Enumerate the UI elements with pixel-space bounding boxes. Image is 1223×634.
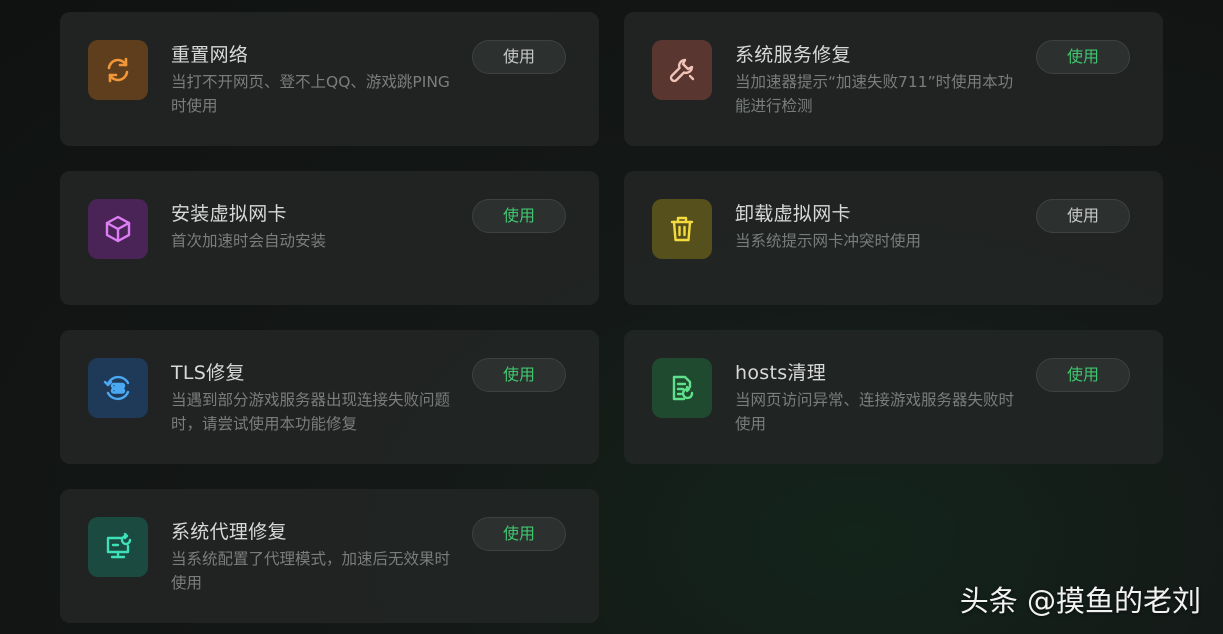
refresh-icon — [88, 40, 148, 100]
use-button[interactable]: 使用 — [1036, 358, 1130, 392]
tool-title: 系统代理修复 — [171, 521, 287, 543]
tls-repair-icon — [88, 358, 148, 418]
tool-card-hosts-clean: hosts清理 当网页访问异常、连接游戏服务器失败时使用 使用 — [624, 330, 1163, 464]
tool-card-reset-network: 重置网络 当打不开网页、登不上QQ、游戏跳PING时使用 使用 — [60, 12, 599, 146]
tool-title: 重置网络 — [171, 44, 249, 66]
tool-title: 系统服务修复 — [735, 44, 851, 66]
tool-card-install-virtual-nic: 安装虚拟网卡 首次加速时会自动安装 使用 — [60, 171, 599, 305]
use-button[interactable]: 使用 — [472, 358, 566, 392]
wrench-icon — [652, 40, 712, 100]
trash-icon — [652, 199, 712, 259]
tool-description: 当系统提示网卡冲突时使用 — [735, 232, 922, 250]
use-button[interactable]: 使用 — [472, 40, 566, 74]
tool-card-tls-repair: TLS修复 当遇到部分游戏服务器出现连接失败问题时，请尝试使用本功能修复 使用 — [60, 330, 599, 464]
tool-description: 当遇到部分游戏服务器出现连接失败问题时，请尝试使用本功能修复 — [171, 391, 451, 433]
tool-description: 当加速器提示“加速失败711”时使用本功能进行检测 — [735, 73, 1014, 115]
tool-description: 当系统配置了代理模式，加速后无效果时使用 — [171, 550, 451, 592]
tool-title: hosts清理 — [735, 362, 827, 384]
use-button[interactable]: 使用 — [1036, 40, 1130, 74]
tool-card-system-proxy-repair: 系统代理修复 当系统配置了代理模式，加速后无效果时使用 使用 — [60, 489, 599, 623]
watermark: 头条 @摸鱼的老刘 — [959, 584, 1201, 618]
file-clean-icon — [652, 358, 712, 418]
tool-card-system-service-repair: 系统服务修复 当加速器提示“加速失败711”时使用本功能进行检测 使用 — [624, 12, 1163, 146]
tool-card-uninstall-virtual-nic: 卸载虚拟网卡 当系统提示网卡冲突时使用 使用 — [624, 171, 1163, 305]
tool-description: 首次加速时会自动安装 — [171, 232, 327, 250]
tool-title: 安装虚拟网卡 — [171, 203, 287, 225]
use-button[interactable]: 使用 — [1036, 199, 1130, 233]
use-button[interactable]: 使用 — [472, 517, 566, 551]
use-button[interactable]: 使用 — [472, 199, 566, 233]
monitor-proxy-icon — [88, 517, 148, 577]
tool-title: TLS修复 — [171, 362, 245, 384]
tool-title: 卸载虚拟网卡 — [735, 203, 851, 225]
cube-icon — [88, 199, 148, 259]
tool-description: 当打不开网页、登不上QQ、游戏跳PING时使用 — [171, 73, 450, 115]
tool-description: 当网页访问异常、连接游戏服务器失败时使用 — [735, 391, 1015, 433]
